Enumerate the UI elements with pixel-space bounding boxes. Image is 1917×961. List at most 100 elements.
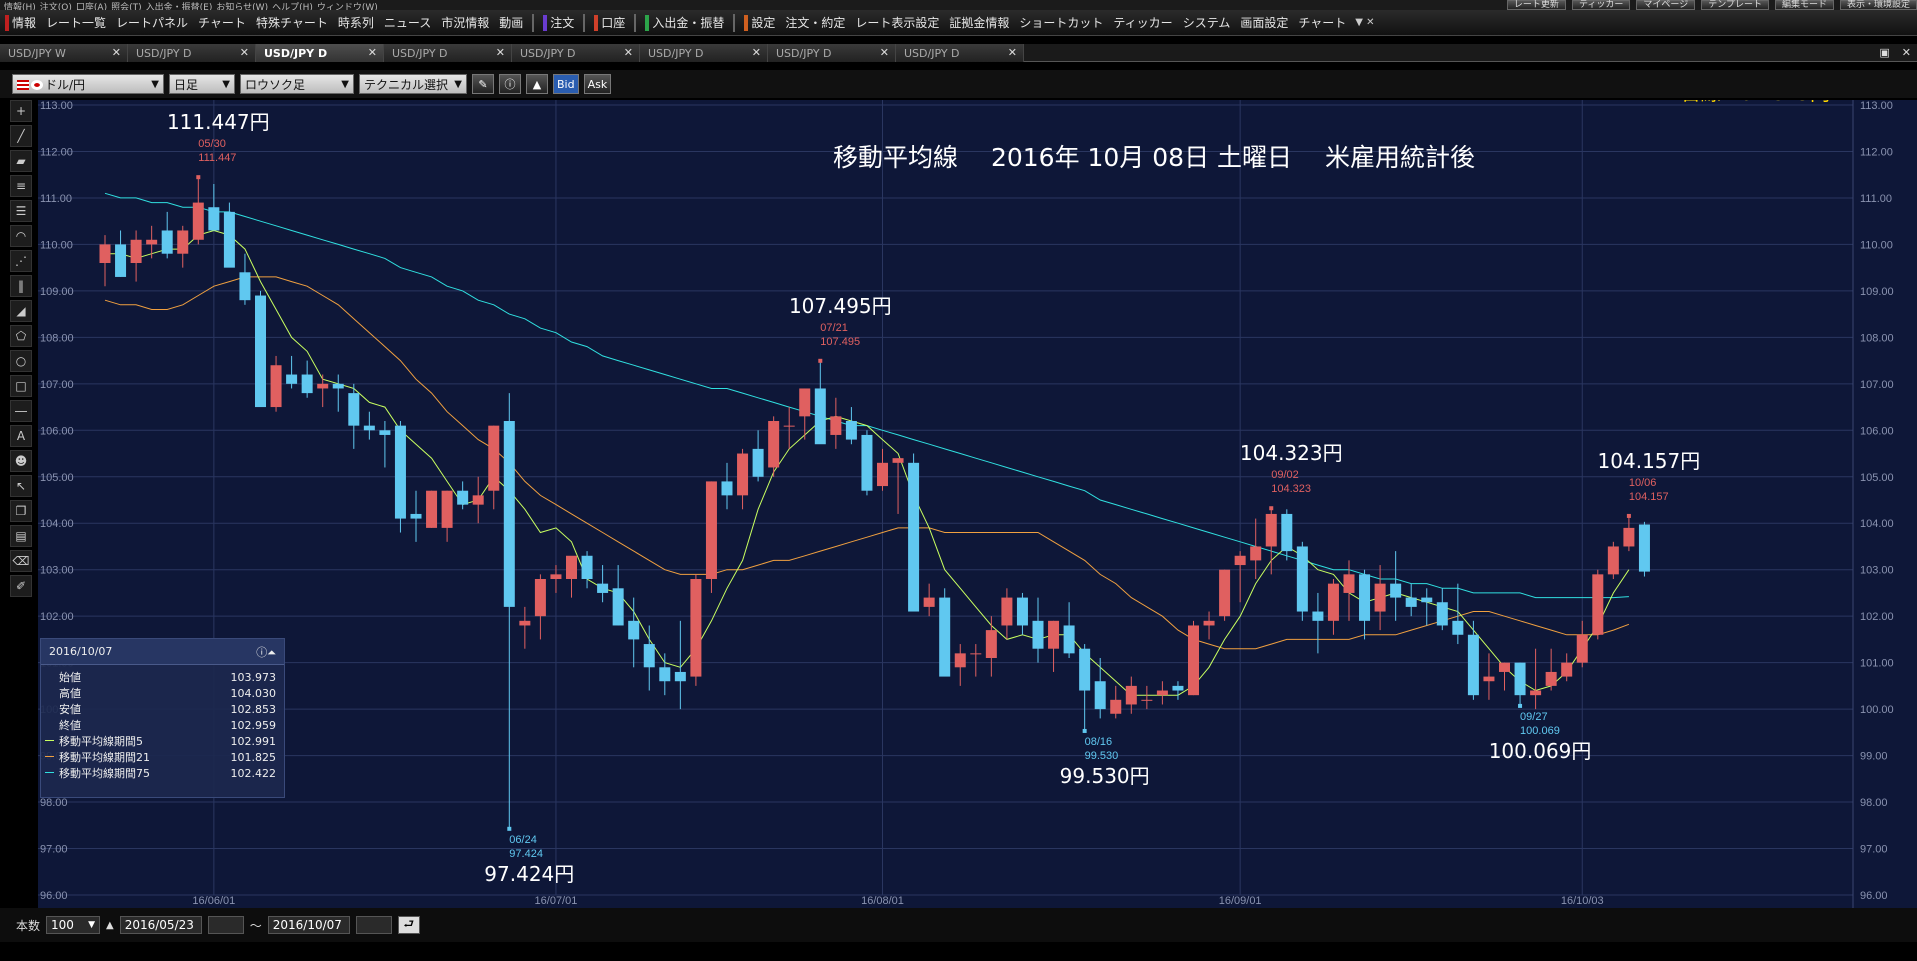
toolbar-item[interactable]: 時系列 xyxy=(333,13,379,33)
ruler-tool[interactable]: ▰ xyxy=(10,150,32,172)
close-tab-icon[interactable]: ✕ xyxy=(752,46,761,59)
pitchfork-tool[interactable]: ◢ xyxy=(10,300,32,322)
toolbar-item[interactable]: チャート xyxy=(193,13,251,33)
right-tool-button[interactable]: ティッカー xyxy=(1571,0,1631,10)
candle-body xyxy=(161,230,173,254)
toolbar-item[interactable]: レート表示設定 xyxy=(850,13,944,33)
close-window-icon[interactable]: ✕ xyxy=(1902,46,1911,59)
menu-item[interactable]: 照会(T) xyxy=(111,3,142,10)
toolbar-item[interactable]: 情報 xyxy=(0,13,41,33)
eraser-all-tool[interactable]: ✐ xyxy=(10,575,32,597)
to-date-input[interactable]: 2016/10/07 xyxy=(267,916,350,934)
right-tool-button[interactable]: レート更新 xyxy=(1506,0,1566,10)
toolbar-overflow-icon[interactable]: ▼ ✕ xyxy=(1351,17,1378,28)
chart-type-select[interactable]: ロウソク足 ▼ xyxy=(240,74,354,94)
chart-tab[interactable]: USD/JPY D ✕ xyxy=(640,44,768,62)
mountain-chart-button[interactable]: ▲ xyxy=(526,74,548,94)
menu-item[interactable]: 注文(O) xyxy=(40,3,72,10)
toolbar-item[interactable]: ショートカット xyxy=(1014,13,1108,33)
reload-button[interactable]: ⮐ xyxy=(397,916,420,934)
gann-tool[interactable]: ⋰ xyxy=(10,250,32,272)
count-up-icon[interactable]: ▲ xyxy=(106,920,114,931)
menu-item[interactable]: 情報(H) xyxy=(4,3,36,10)
toolbar-item[interactable]: システム xyxy=(1178,13,1236,33)
eraser-tool[interactable]: ⌫ xyxy=(10,550,32,572)
pentagon-tool[interactable]: ⬠ xyxy=(10,325,32,347)
candlestick-chart[interactable]: 113.00 113.00 112.00 112.00 111.00 111.00 110.… xyxy=(38,100,1917,908)
icon-tool[interactable]: ☻ xyxy=(10,450,32,472)
toolbar-item[interactable]: ニュース xyxy=(379,13,436,33)
toolbar-item[interactable]: ティッカー xyxy=(1108,13,1177,33)
right-tool-button[interactable]: 編集モード xyxy=(1774,0,1834,10)
select-tool[interactable]: ↖ xyxy=(10,475,32,497)
bid-button[interactable]: Bid xyxy=(553,74,579,94)
chart-tab[interactable]: USD/JPY D ✕ xyxy=(896,44,1024,62)
paste-tool[interactable]: ▤ xyxy=(10,525,32,547)
horizontal-lines-tool[interactable]: ≡ xyxy=(10,175,32,197)
close-tab-icon[interactable]: ✕ xyxy=(496,46,505,59)
chart-tab[interactable]: USD/JPY D ✕ xyxy=(512,44,640,62)
chart-area[interactable]: 113.00 113.00 112.00 112.00 111.00 111.00 110.… xyxy=(38,100,1917,908)
menu-item[interactable]: 入出金・振替(E) xyxy=(146,3,213,10)
chart-tab[interactable]: USD/JPY D ✕ xyxy=(128,44,256,62)
toolbar-item[interactable]: 市況情報 xyxy=(436,13,494,33)
period-select[interactable]: 日足 ▼ xyxy=(169,74,235,94)
toolbar-item[interactable]: 画面設定 xyxy=(1235,13,1293,33)
menu-item[interactable]: ウィンドウ(W) xyxy=(317,3,378,10)
ask-button[interactable]: Ask xyxy=(583,74,612,94)
circle-tool[interactable]: ○ xyxy=(10,350,32,372)
menu-item[interactable]: お知らせ(W) xyxy=(216,3,268,10)
info-toggle-icon[interactable]: ⓘ⏶ xyxy=(256,644,276,660)
chart-tab[interactable]: USD/JPY W ✕ xyxy=(0,44,128,62)
right-tool-button[interactable]: 表示・環境設定 xyxy=(1839,0,1917,10)
chart-tab-label: USD/JPY D xyxy=(136,47,192,60)
rectangle-tool[interactable]: □ xyxy=(10,375,32,397)
toolbar-item[interactable]: 設定 xyxy=(739,13,780,33)
toolbar-item[interactable]: 口座 xyxy=(589,13,630,33)
candle-body xyxy=(317,383,329,389)
fibonacci-tool[interactable]: ☰ xyxy=(10,200,32,222)
info-date: 2016/10/07 xyxy=(49,645,113,658)
close-tab-icon[interactable]: ✕ xyxy=(368,46,377,59)
toolbar-item[interactable]: 入出金・振替 xyxy=(640,13,729,33)
close-tab-icon[interactable]: ✕ xyxy=(1008,46,1017,59)
vertical-lines-tool[interactable]: ‖ xyxy=(10,275,32,297)
chart-tab[interactable]: USD/JPY D ✕ xyxy=(768,44,896,62)
trendline-tool[interactable]: ╱ xyxy=(10,125,32,147)
toolbar-item[interactable]: 注文 xyxy=(538,13,579,33)
toolbar-item[interactable]: 特殊チャート xyxy=(251,13,333,33)
restore-icon[interactable]: ▣ xyxy=(1879,46,1889,59)
count-select[interactable]: 100 ▼ xyxy=(46,916,101,934)
chart-tab[interactable]: USD/JPY D ✕ xyxy=(384,44,512,62)
text-tool[interactable]: A xyxy=(10,425,32,447)
from-date-input[interactable]: 2016/05/23 xyxy=(119,916,202,934)
info-button[interactable]: ⓘ xyxy=(499,74,521,94)
toolbar-item[interactable]: 証拠金情報 xyxy=(944,13,1014,33)
from-time-input[interactable] xyxy=(207,916,244,934)
right-tool-button[interactable]: マイページ xyxy=(1636,0,1696,10)
copy-tool[interactable]: ❐ xyxy=(10,500,32,522)
toolbar-item[interactable]: チャート xyxy=(1293,13,1351,33)
toolbar-item[interactable]: レート一覧 xyxy=(41,13,111,33)
toolbar-item[interactable]: レートパネル xyxy=(111,13,193,33)
toolbar-item[interactable]: 注文・約定 xyxy=(780,13,850,33)
right-tool-button[interactable]: テンプレート xyxy=(1701,0,1769,10)
menu-item[interactable]: 口座(A) xyxy=(76,3,107,10)
technical-select[interactable]: テクニカル選択 ▼ xyxy=(359,74,467,94)
close-tab-icon[interactable]: ✕ xyxy=(112,46,121,59)
toolbar-item[interactable]: 動画 xyxy=(494,13,528,33)
line-tool[interactable]: ― xyxy=(10,400,32,422)
fan-tool[interactable]: ◠ xyxy=(10,225,32,247)
crosshair-tool[interactable]: + xyxy=(10,100,32,122)
close-tab-icon[interactable]: ✕ xyxy=(880,46,889,59)
close-tab-icon[interactable]: ✕ xyxy=(624,46,633,59)
menu-item[interactable]: ヘルプ(H) xyxy=(272,3,313,10)
draw-pen-button[interactable]: ✎ xyxy=(472,74,494,94)
y-tick-label-right: 101.00 xyxy=(1860,658,1894,670)
currency-pair-select[interactable]: ドル/円 ▼ xyxy=(12,74,164,94)
y-tick-label-left: 109.00 xyxy=(40,286,74,298)
chart-tab[interactable]: USD/JPY D ✕ xyxy=(256,44,384,62)
close-tab-icon[interactable]: ✕ xyxy=(240,46,249,59)
y-tick-label-right: 97.00 xyxy=(1860,844,1888,856)
to-time-input[interactable] xyxy=(355,916,392,934)
